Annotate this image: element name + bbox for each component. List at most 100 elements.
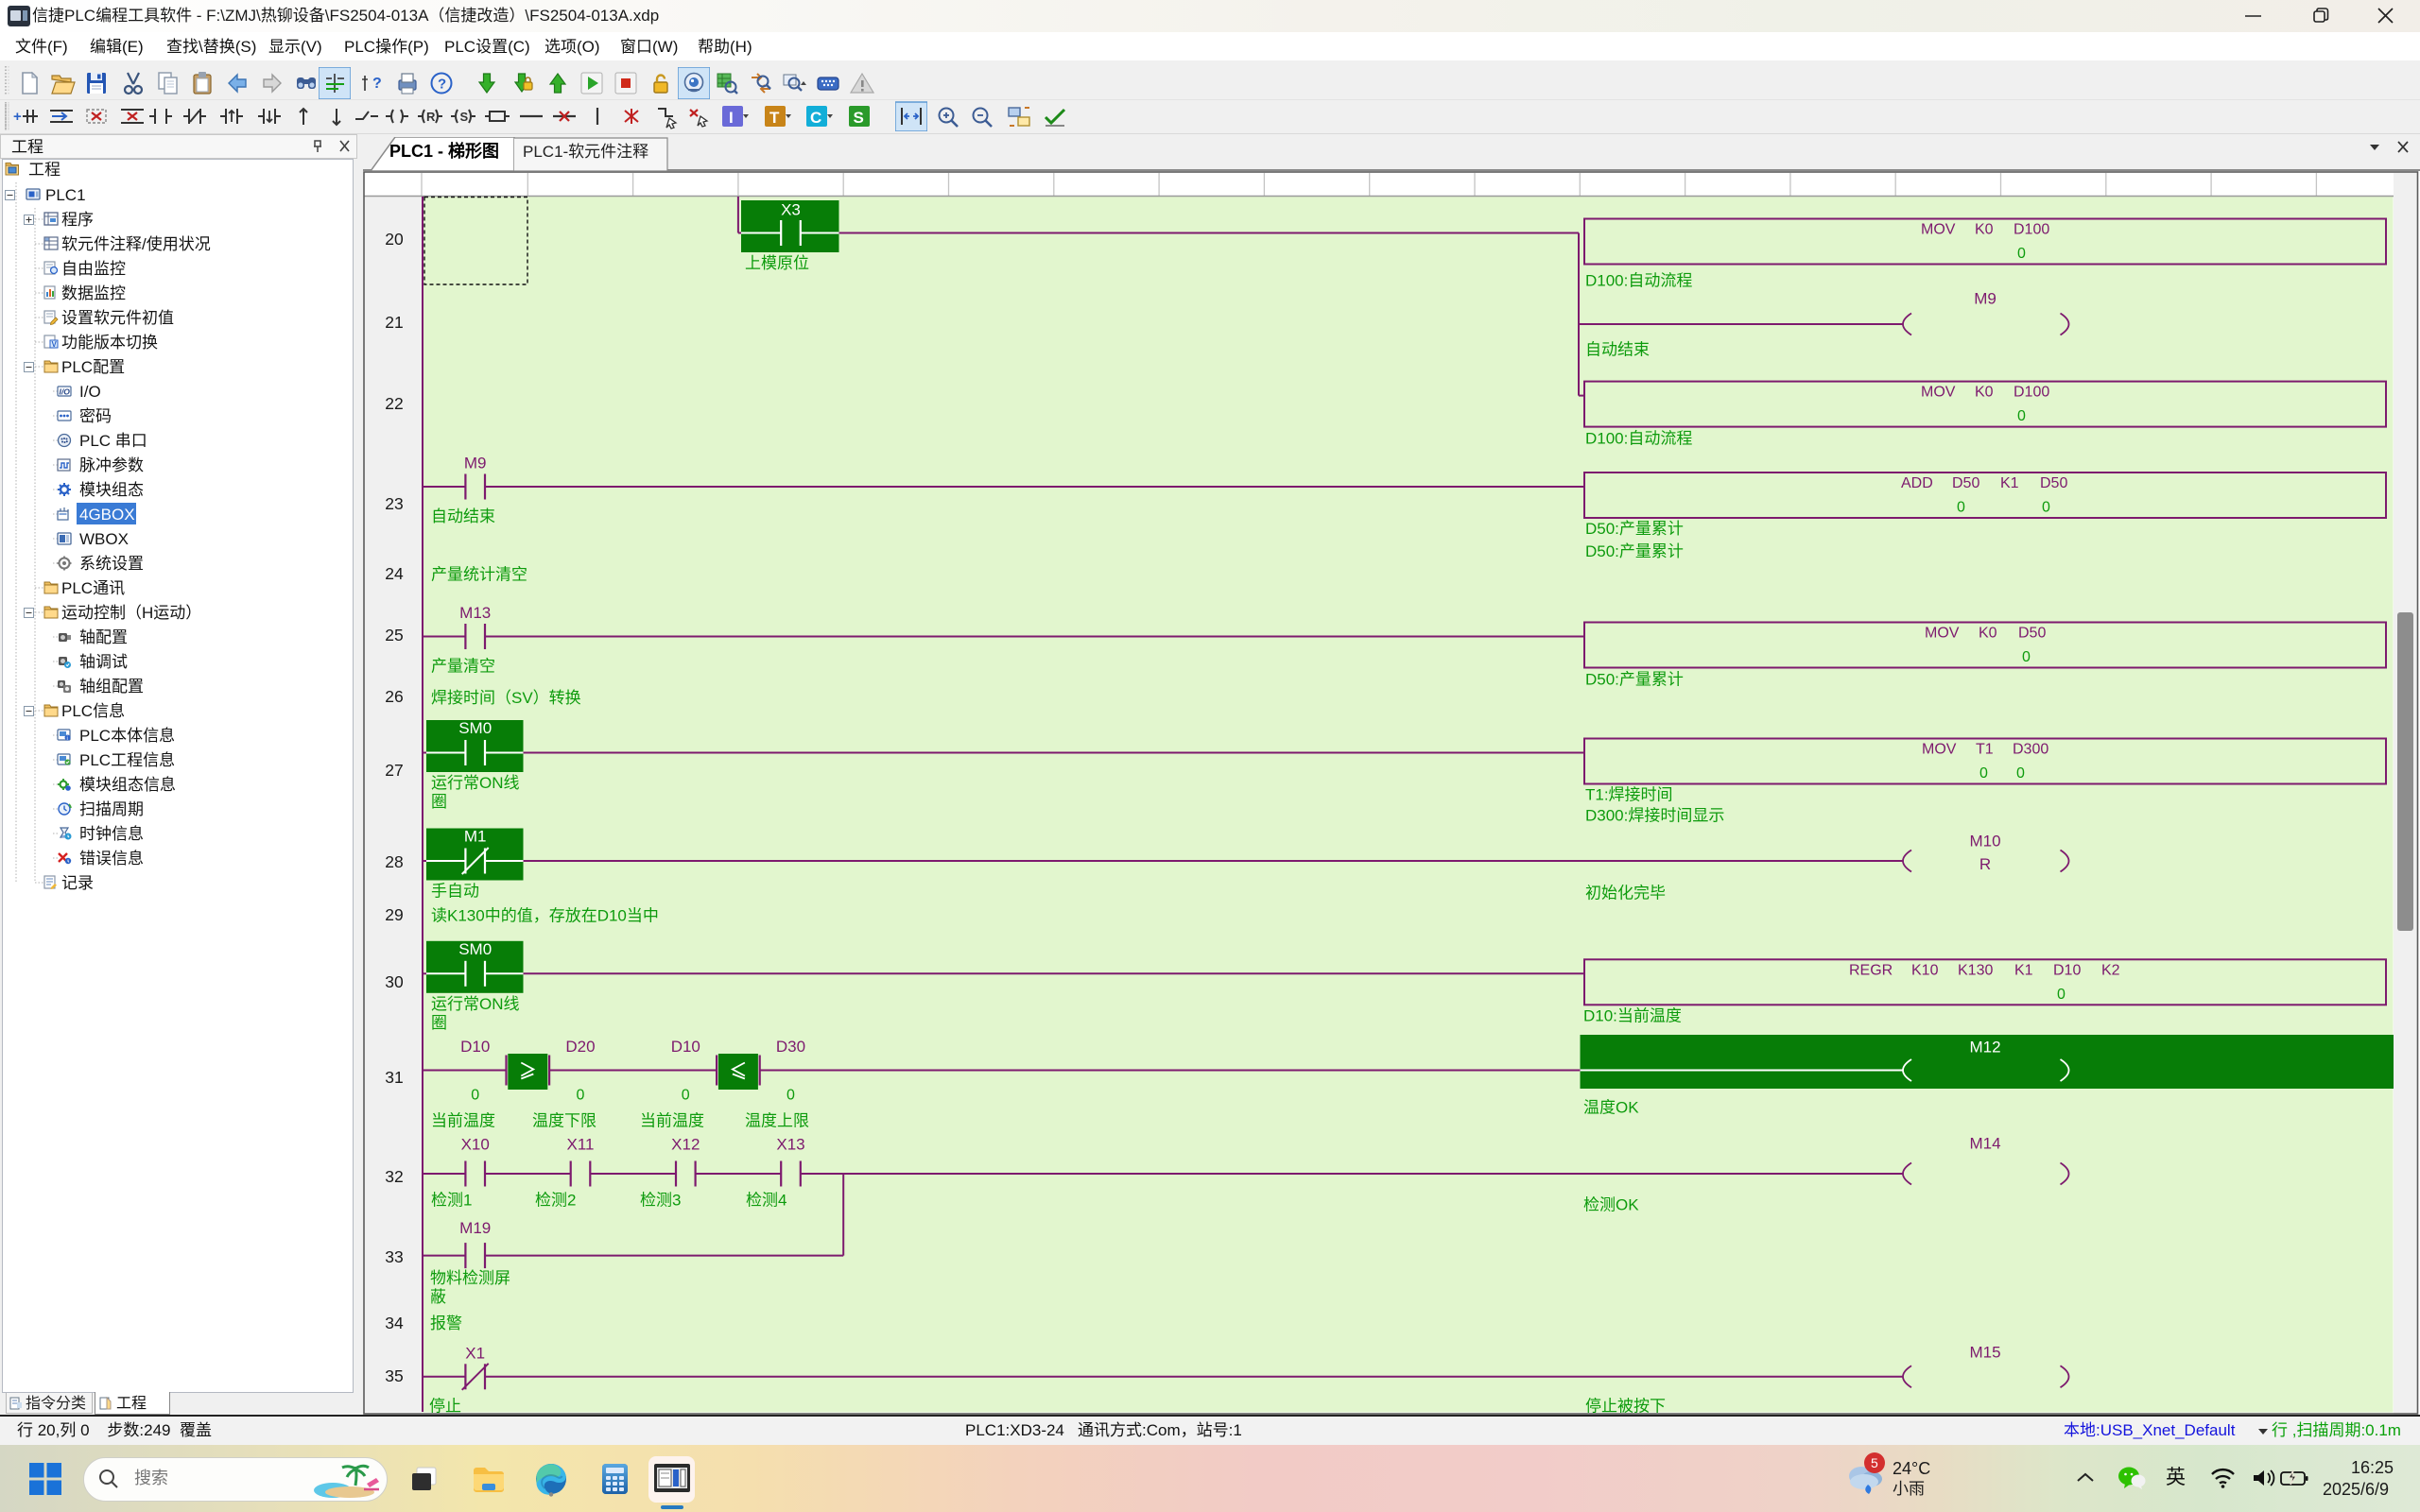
svg-text:物料检测屏: 物料检测屏 — [430, 1269, 510, 1287]
svg-text:I: I — [729, 109, 734, 127]
svg-text:K10: K10 — [1911, 962, 1939, 978]
svg-text:检测4: 检测4 — [746, 1192, 786, 1210]
svg-text:D10:当前温度: D10:当前温度 — [1583, 1007, 1682, 1025]
svg-text:?: ? — [438, 77, 446, 93]
svg-text:34: 34 — [385, 1314, 404, 1332]
svg-text:D50:产量累计: D50:产量累计 — [1585, 520, 1684, 538]
svg-text:I/O: I/O — [60, 387, 71, 397]
svg-text:上模原位: 上模原位 — [745, 254, 809, 272]
svg-text:22: 22 — [385, 394, 403, 413]
svg-text:27: 27 — [385, 761, 403, 780]
svg-text:0: 0 — [2042, 500, 2050, 516]
svg-text:D10: D10 — [460, 1038, 490, 1056]
svg-text:X3: X3 — [781, 201, 801, 219]
svg-text:自动结束: 自动结束 — [1585, 341, 1650, 359]
svg-text:当前温度: 当前温度 — [640, 1112, 704, 1130]
svg-text:K1: K1 — [2014, 962, 2033, 978]
svg-text:0: 0 — [1979, 765, 1988, 782]
svg-text:0: 0 — [2022, 649, 2031, 665]
svg-text:32: 32 — [385, 1167, 403, 1186]
svg-text:S: S — [853, 109, 863, 127]
svg-text:25: 25 — [385, 626, 403, 644]
svg-text:0: 0 — [682, 1088, 690, 1104]
svg-text:R: R — [1979, 855, 1991, 873]
svg-text:自动结束: 自动结束 — [431, 507, 495, 525]
svg-text:K0: K0 — [1975, 222, 1994, 238]
svg-text:手自动: 手自动 — [431, 883, 479, 901]
svg-text:X1: X1 — [465, 1344, 485, 1362]
svg-text:23: 23 — [385, 494, 403, 513]
svg-text:31: 31 — [385, 1068, 403, 1087]
svg-text:20: 20 — [385, 230, 404, 249]
svg-text:21: 21 — [385, 313, 403, 332]
svg-text:M13: M13 — [459, 604, 491, 622]
svg-text:运行常ON线: 运行常ON线 — [431, 995, 520, 1013]
svg-text:MOV: MOV — [1921, 222, 1956, 238]
svg-text:检测OK: 检测OK — [1583, 1196, 1639, 1214]
svg-text:35: 35 — [385, 1366, 403, 1385]
svg-text:D50:产量累计: D50:产量累计 — [1585, 542, 1684, 560]
svg-text:26: 26 — [385, 687, 403, 706]
svg-text:i: i — [67, 736, 68, 742]
svg-text:X12: X12 — [671, 1136, 700, 1154]
svg-text:温度OK: 温度OK — [1583, 1099, 1639, 1117]
svg-text:0: 0 — [2017, 246, 2026, 262]
svg-text:报警: 报警 — [430, 1314, 462, 1332]
svg-text:M12: M12 — [1969, 1039, 2000, 1057]
svg-text:SM0: SM0 — [458, 719, 492, 737]
svg-text:D100: D100 — [2014, 385, 2049, 401]
svg-text:M10: M10 — [1969, 833, 2000, 850]
svg-text:检测2: 检测2 — [535, 1192, 576, 1210]
svg-text:29: 29 — [385, 905, 403, 924]
svg-text:MOV: MOV — [1925, 626, 1960, 642]
svg-text:T1: T1 — [1976, 742, 1994, 758]
svg-text:C: C — [810, 109, 821, 127]
svg-text:停止被按下: 停止被按下 — [1585, 1397, 1666, 1415]
svg-text:D100:自动流程: D100:自动流程 — [1585, 430, 1692, 448]
svg-text:0: 0 — [1957, 500, 1965, 516]
svg-text:D300: D300 — [2013, 742, 2048, 758]
svg-text:D50: D50 — [2018, 626, 2046, 642]
svg-text:温度下限: 温度下限 — [532, 1112, 596, 1130]
svg-text:0: 0 — [577, 1088, 585, 1104]
svg-text:D30: D30 — [776, 1038, 805, 1056]
svg-text:R: R — [426, 110, 436, 124]
svg-text:30: 30 — [385, 972, 404, 991]
svg-text:MOV: MOV — [1921, 385, 1956, 401]
svg-text:D50:产量累计: D50:产量累计 — [1585, 671, 1684, 689]
svg-text:SM0: SM0 — [458, 940, 492, 958]
svg-text:K2: K2 — [2101, 962, 2120, 978]
svg-text:K1: K1 — [2000, 475, 2019, 491]
svg-text:ADD: ADD — [1901, 475, 1933, 491]
svg-text:产量清空: 产量清空 — [431, 658, 495, 676]
svg-text:M19: M19 — [459, 1219, 491, 1237]
svg-text:V: V — [52, 340, 58, 349]
svg-text:圈: 圈 — [431, 1014, 447, 1032]
svg-text:T: T — [769, 109, 780, 127]
svg-text:?: ? — [372, 76, 382, 92]
svg-text:K0: K0 — [1975, 385, 1994, 401]
svg-text:M1: M1 — [464, 828, 487, 846]
svg-text:0: 0 — [471, 1088, 479, 1104]
svg-text:+: + — [13, 109, 22, 125]
svg-text:运行常ON线: 运行常ON线 — [431, 774, 520, 792]
svg-text:MOV: MOV — [1922, 742, 1957, 758]
svg-text:停止: 停止 — [429, 1397, 461, 1415]
svg-text:D100:自动流程: D100:自动流程 — [1585, 272, 1692, 290]
svg-text:当前温度: 当前温度 — [431, 1112, 495, 1130]
svg-text:0: 0 — [2016, 765, 2025, 782]
svg-text:K130: K130 — [1958, 962, 1993, 978]
svg-text:S: S — [460, 110, 469, 124]
svg-text:X11: X11 — [567, 1136, 595, 1154]
svg-text:K0: K0 — [1979, 626, 1997, 642]
svg-text:D300:焊接时间显示: D300:焊接时间显示 — [1585, 807, 1724, 825]
svg-text:0: 0 — [2057, 987, 2066, 1003]
svg-text:检测3: 检测3 — [640, 1192, 681, 1210]
svg-text:28: 28 — [385, 852, 403, 871]
svg-text:焊接时间（SV）转换: 焊接时间（SV）转换 — [431, 689, 581, 707]
svg-text:X13: X13 — [776, 1136, 804, 1154]
svg-text:0: 0 — [2017, 408, 2026, 424]
svg-text:D50: D50 — [2040, 475, 2067, 491]
svg-text:温度上限: 温度上限 — [745, 1112, 809, 1130]
svg-text:初始化完毕: 初始化完毕 — [1585, 885, 1666, 902]
